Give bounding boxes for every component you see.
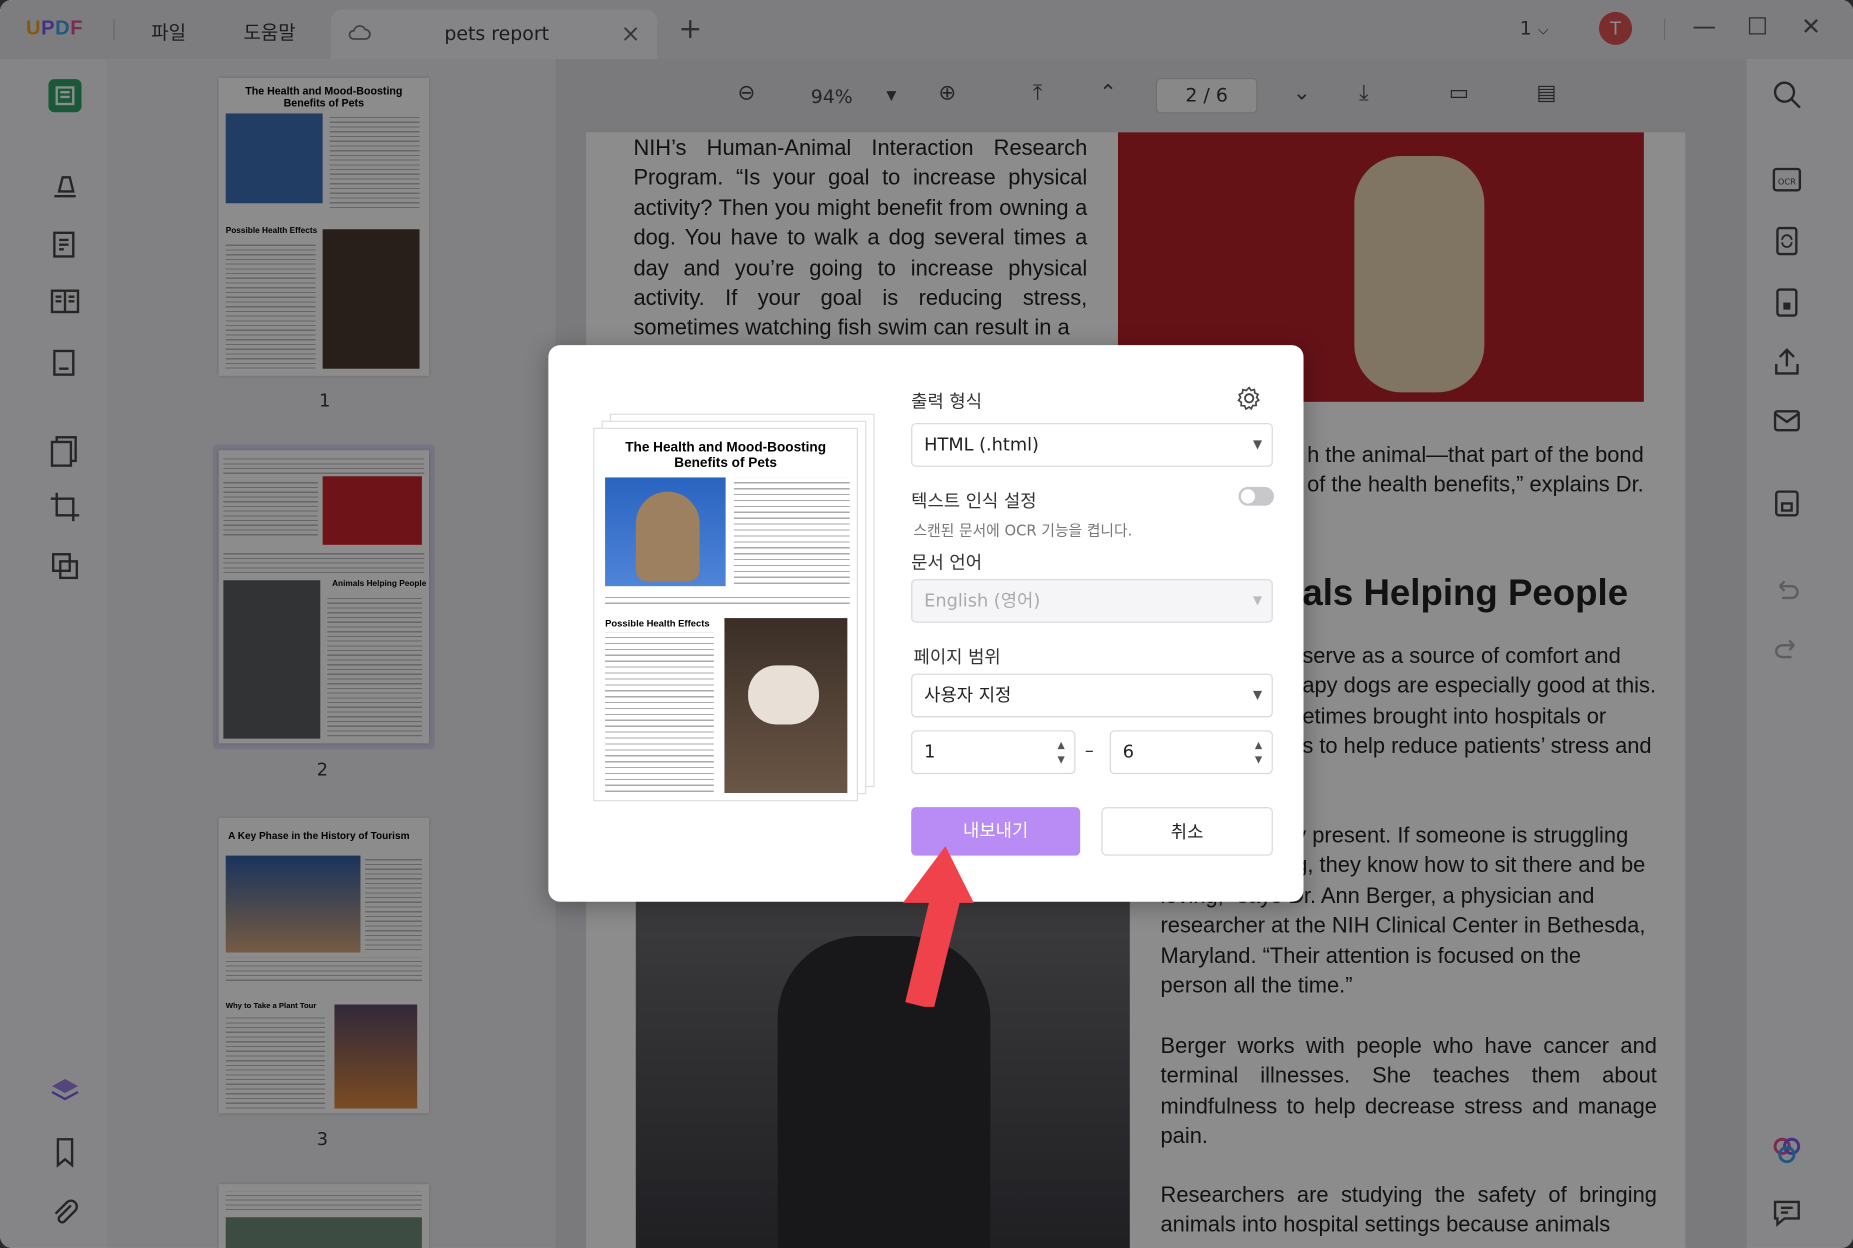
chevron-down-icon: ▼	[1253, 438, 1263, 452]
ocr-label: 텍스트 인식 설정	[911, 490, 1037, 512]
export-preview: The Health and Mood-Boosting Benefits of…	[593, 413, 877, 804]
ocr-description: 스캔된 문서에 OCR 기능을 켭니다.	[913, 521, 1133, 539]
chevron-down-icon: ▼	[1253, 688, 1263, 702]
stepper-icon[interactable]: ▲ ▼	[1058, 739, 1065, 767]
ocr-toggle[interactable]	[1238, 486, 1274, 506]
stepper-icon[interactable]: ▲ ▼	[1255, 739, 1262, 767]
gear-icon[interactable]	[1236, 385, 1262, 411]
range-end-input[interactable]: 6 ▲ ▼	[1109, 730, 1273, 775]
output-format-label: 출력 형식	[911, 391, 983, 413]
page-range-select[interactable]: 사용자 지정 ▼	[911, 673, 1273, 718]
chevron-down-icon: ▼	[1253, 594, 1263, 608]
export-dialog: The Health and Mood-Boosting Benefits of…	[548, 345, 1304, 902]
preview-page: The Health and Mood-Boosting Benefits of…	[593, 427, 858, 802]
range-dash: –	[1084, 739, 1094, 762]
dog-photo	[724, 618, 848, 793]
app-window: UPDF 파일 도움말 pets report × + 1 ⌵ T — ☐ ✕ …	[0, 0, 1853, 1248]
output-format-select[interactable]: HTML (.html) ▼	[911, 423, 1273, 467]
page-range-label: 페이지 범위	[913, 646, 1001, 668]
cat-photo	[605, 477, 726, 587]
cancel-button[interactable]: 취소	[1101, 807, 1273, 856]
document-language-label: 문서 언어	[911, 551, 983, 574]
preview-section: Possible Health Effects	[605, 618, 710, 629]
document-language-select[interactable]: English (영어) ▼	[911, 579, 1273, 623]
red-pointer-arrow-icon	[902, 846, 974, 1007]
range-start-input[interactable]: 1 ▲ ▼	[911, 730, 1076, 775]
preview-title: The Health and Mood-Boosting Benefits of…	[625, 440, 827, 471]
